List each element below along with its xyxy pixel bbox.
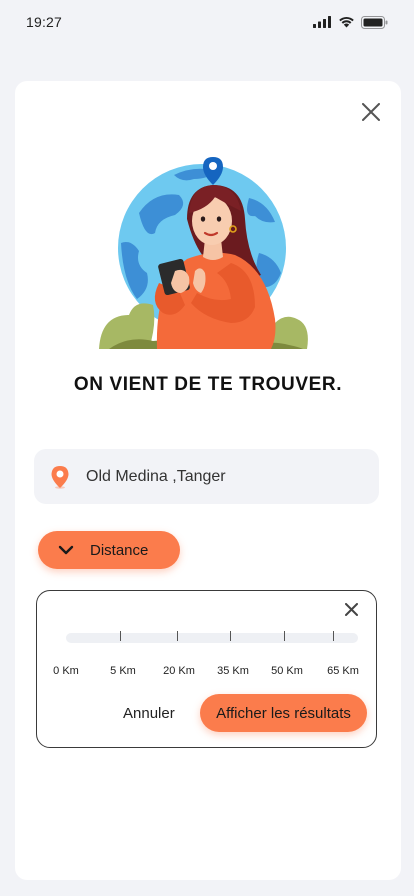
slider-tick xyxy=(333,631,334,641)
tick-label-20: 20 Km xyxy=(163,665,195,677)
page-title: ON VIENT DE TE TROUVER. xyxy=(73,374,343,395)
status-time: 19:27 xyxy=(26,14,63,30)
slider-tick xyxy=(230,631,231,641)
close-icon xyxy=(344,602,358,616)
distance-filter-panel: 0 Km 5 Km 20 Km 35 Km 50 Km 65 Km Annule… xyxy=(36,590,377,748)
cancel-button[interactable]: Annuler xyxy=(123,705,175,722)
filter-close-button[interactable] xyxy=(342,600,360,618)
slider-tick xyxy=(120,631,121,641)
wifi-icon xyxy=(339,16,354,28)
battery-icon xyxy=(361,15,388,29)
slider-tick xyxy=(284,631,285,641)
status-bar: 19:27 xyxy=(0,0,414,44)
woman-with-phone-illustration xyxy=(99,157,308,349)
location-value: Old Medina ,Tanger xyxy=(86,467,226,485)
distance-label: Distance xyxy=(90,541,149,559)
close-button[interactable] xyxy=(359,100,383,124)
tick-label-50: 50 Km xyxy=(271,665,303,677)
location-field[interactable]: Old Medina ,Tanger xyxy=(34,449,379,504)
tick-label-5: 5 Km xyxy=(110,665,136,677)
location-pin-icon xyxy=(50,465,70,489)
close-icon xyxy=(362,103,380,121)
show-results-button[interactable]: Afficher les résultats xyxy=(200,694,367,732)
location-card: ON VIENT DE TE TROUVER. Old Medina ,Tang… xyxy=(15,81,401,880)
chevron-down-icon xyxy=(58,542,74,558)
status-icons xyxy=(313,15,388,29)
tick-label-35: 35 Km xyxy=(217,665,249,677)
slider-tick xyxy=(177,631,178,641)
distance-slider-track[interactable] xyxy=(66,633,358,643)
distance-toggle-button[interactable]: Distance xyxy=(38,531,180,569)
tick-label-65: 65 Km xyxy=(327,665,359,677)
tick-label-0: 0 Km xyxy=(53,665,79,677)
signal-icon xyxy=(313,16,331,28)
